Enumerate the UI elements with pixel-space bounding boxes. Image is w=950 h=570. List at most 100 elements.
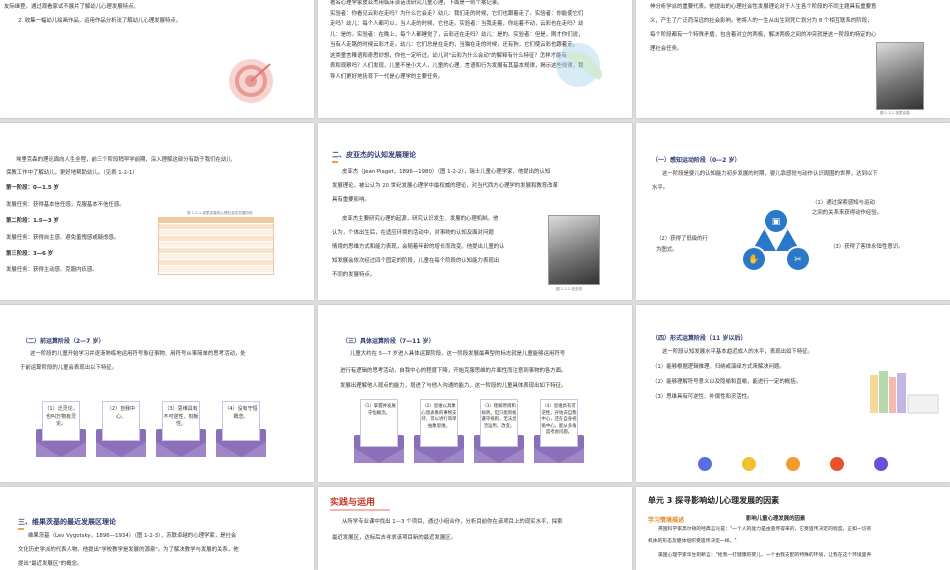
slide6-point3: （3）获得了客体永恒性意识。 <box>830 244 904 250</box>
slide5-heading: 二、皮亚杰的认知发展理论 <box>332 151 416 159</box>
slide1-line1: 友际继登。通过观看家试不展片了解幼儿心理发展特点。 <box>4 4 139 10</box>
piaget-portrait <box>548 215 600 285</box>
heading-underline <box>18 528 24 530</box>
slide4-table-caption: 表 1-2-1 埃里克森的心理社会性发展阶段 <box>187 211 253 215</box>
envelope-text: （3）理解原则和规则，但只能刻板遵守规则，无法灵活运用，改变。 <box>480 399 518 447</box>
svg-text:✂: ✂ <box>794 255 802 265</box>
slide1-line2: 2. 收集一幅幼儿绘画作品，运用作品分析法了解幼儿心理发展特点。 <box>18 18 182 24</box>
target-decoration-icon <box>229 59 273 103</box>
envelope-text: （2）思维以具象心理表象的事物支持，可以进行简单抽象思维。 <box>420 399 458 447</box>
erikson-portrait <box>876 42 924 110</box>
slide10-line: 文化历史学派的代表人物。他提出"学校教学是发展的源泉"。为了解决教学与发展的关系… <box>18 547 239 553</box>
slide5-line: 情境的思维方式和能力表现，会随着年龄的增长而改变。他提出儿童的认 <box>332 244 505 250</box>
slide-thumbnail-4[interactable]: 埃里克森的理论面向人生全程，前三个阶段稍早学前期，深入理解这部分有助于我们在幼儿… <box>0 123 314 300</box>
slide3-line: 每个阶段都有一个特殊矛盾，包含着对立的两极，解决两极之间的冲突就是这一阶段的特定… <box>650 32 877 38</box>
envelope-text: （2）自我中心。 <box>102 401 140 441</box>
slide10-line: 维果茨基（Lev Vygotsky，1896—1934）（图 1-2-3），苏联… <box>28 533 237 539</box>
feature-envelope-card: （2）思维以具象心理表象的事物支持，可以进行简单抽象思维。 <box>414 399 464 463</box>
slide-thumbnail-6[interactable]: （一）感知运动阶段（0—2 岁） 这一阶段是婴儿的认知能力初步发展的时期，婴儿靠… <box>636 123 950 300</box>
slide-thumbnail-10[interactable]: 三、维果茨基的最近发展区理论 维果茨基（Lev Vygotsky，1896—19… <box>0 487 314 570</box>
feature-envelope-card: （1）掌握并发展守恒概念。 <box>354 399 404 463</box>
slide5-line: 皮亚杰（Jean Piaget，1896—1980）（图 1-2-2），瑞士儿童… <box>342 169 551 175</box>
slide9-heading: （四）形式运算阶段（11 岁以后） <box>652 335 747 342</box>
slide9-line1: 这一阶段认知发展水平基本趋近成人的水平，表现出如下特征。 <box>662 349 813 355</box>
slide4-stage3: 第三阶段：3—6 岁 <box>6 251 54 257</box>
slide4-intro1: 埃里克森的理论面向人生全程，前三个阶段稍早学前期，深入理解这部分有助于我们在幼儿 <box>16 157 232 163</box>
slide8-line: 儿童大约在 5—7 岁进入具体运算阶段。这一阶段发展最典型的标志就是儿童能够运用… <box>350 351 566 357</box>
slide8-heading: （三）具体运算阶段（7—11 岁） <box>342 338 435 345</box>
slide8-line: 发展出理解他人观点的能力，增进了与他人沟通的能力。这一阶段的儿童具体表现出如下特… <box>340 383 567 389</box>
slide2-line: 走吗？幼儿：每个人都可以，当人走的时候，它也走。实验者：当我走着，你站着不动，云… <box>330 21 584 28</box>
slide-thumbnail-9[interactable]: （四）形式运算阶段（11 岁以后） 这一阶段认知发展水平基本趋近成人的水平，表现… <box>636 305 950 482</box>
slide12-sub-title: 影响儿童心理发展的因素 <box>746 516 806 522</box>
slide2-line: 儿：是的。实验者：在晚上，每个人都睡觉了，云彩还在走吗？幼儿：是的。实验者：但是… <box>330 31 584 38</box>
slide12-sub-heading: 学习情境描述 <box>648 517 685 524</box>
slide7-heading: （二）前运算阶段（2—7 岁） <box>22 338 105 345</box>
heading-underline <box>332 161 338 163</box>
nav-dot-icon <box>786 457 800 471</box>
envelope-text: （1）泛灵论，也叫万物有灵论。 <box>42 401 80 441</box>
slide11-line1: 从所学专业课中找出 1—3 个项目，通过小组合作，分析目前你在该项目上的现实水平… <box>342 519 563 525</box>
slide-thumbnail-3[interactable]: 伸分析学派的重要代表。他提出的心理社会性发展理论对于人生各个阶段的不同主题具有重… <box>636 0 950 118</box>
slide5-line: 认为，个体出生后，在适应环境的活动中，对事物的认知及面对问题 <box>332 230 494 236</box>
slide3-caption: 图 1-2-1 埃里克森 <box>880 111 910 115</box>
envelope-text: （4）思维具有可逆性，开始去自我中心，还在自身视角中心，能从多角度考虑问题。 <box>540 399 578 447</box>
slide4-stage2: 第二阶段：1.5—3 岁 <box>6 218 59 224</box>
heading-underline <box>330 509 390 511</box>
slide9-point: （2）能够理解符号意义以及隐喻和直喻，能进行一定的概括。 <box>652 379 801 385</box>
slide11-line2: 最近发展区，达标后去寻求该项目新的最近发展区。 <box>332 535 456 541</box>
slide9-point: （3）思维具有可逆性、补偿性和灵活性。 <box>652 394 753 400</box>
nav-dot-icon <box>698 457 712 471</box>
slide12-line: 英国科学家高尔顿的经典言论是："一个人的能力是由遗传得来的，它受遗传决定的程度，… <box>658 527 872 532</box>
slide7-line1: 这一阶段的儿童开始学习并逐渐熟练地运用符号象征事物、用符号从事简单的思考活动，处 <box>30 351 246 357</box>
watercolor-globe-decoration <box>556 43 602 87</box>
slide4-task2: 发展任务：获得自主感、避免羞愧感或疑虑感。 <box>6 235 120 241</box>
books-decoration <box>870 371 939 414</box>
slide5-line: 不同的发展特点。 <box>332 272 376 278</box>
slide6-line1: 这一阶段是婴儿的认知能力初步发展的时期，婴儿靠感觉与动作认识周围的世界，达到以下 <box>662 171 878 177</box>
nav-dot-icon <box>874 457 888 471</box>
slide6-point1-b: 之间的关系来获得动作经验。 <box>812 210 883 216</box>
slide-thumbnail-1[interactable]: 友际继登。通过观看家试不展片了解幼儿心理发展特点。 2. 收集一幅幼儿绘画作品，… <box>0 0 314 118</box>
slide2-line: 著名心理学家皮亚杰用临床谈话法研究儿童心理，下面是一则个案记录。 <box>330 0 503 6</box>
slide8-line: 进行有逻辑的思考活动，自我中心的程度下降，开始克服思维的片面性而注意到事物的各方… <box>340 368 567 374</box>
slide9-point: （1）能够根据逻辑推理、归纳或演绎方式来解决问题。 <box>652 364 785 370</box>
slide6-point1-a: （1）通过探索感知与运动 <box>812 200 875 206</box>
slide3-line: 理社会任务。 <box>650 46 683 52</box>
svg-text:✋: ✋ <box>748 253 759 265</box>
slide10-heading: 三、维果茨基的最近发展区理论 <box>18 518 116 526</box>
slide10-line: 提出"最近发展区"的概念。 <box>18 561 83 567</box>
nav-dot-icon <box>742 457 756 471</box>
slide3-line: 伸分析学派的重要代表。他提出的心理社会性发展理论对于人生各个阶段的不同主题具有重… <box>650 4 877 10</box>
slide-thumbnail-2[interactable]: 著名心理学家皮亚杰用临床谈话法研究儿童心理，下面是一则个案记录。 实验者：你看见… <box>318 0 632 118</box>
slide6-heading: （一）感知运动阶段（0—2 岁） <box>652 157 741 164</box>
envelope-text: （4）没有守恒概念。 <box>222 401 260 441</box>
nav-dot-icon <box>830 457 844 471</box>
slide-thumbnail-8[interactable]: （三）具体运算阶段（7—11 岁） 儿童大约在 5—7 岁进入具体运算阶段。这一… <box>318 305 632 482</box>
slide7-line2: 于前运算阶段的儿童会表现出以下特征。 <box>20 365 118 371</box>
envelope-text: （1）掌握并发展守恒概念。 <box>360 399 398 447</box>
feature-envelope-card: （3）思维具有不可逆性、刻板性。 <box>156 401 206 457</box>
slide-thumbnail-12[interactable]: 单元 3 探寻影响幼儿心理发展的因素 学习情境描述 影响儿童心理发展的因素 英国… <box>636 487 950 570</box>
slide5-line: 发展理论，被公认为 20 世纪发展心理学中最权威的理论，对当代西方心理学的发展和… <box>332 183 558 189</box>
slide12-line: 美国心理学家华生则断言："给我一打健康的婴儿，一个由我支配的特殊的环境，让我在这… <box>658 553 872 558</box>
envelope-text: （3）思维具有不可逆性、刻板性。 <box>162 401 200 441</box>
feature-envelope-card: （1）泛灵论，也叫万物有灵论。 <box>36 401 86 457</box>
slide2-line: 实验者：你看见云彩在走吗？为什么它会走？幼儿：我们走的时候，它们也跟着走了。实验… <box>330 10 584 17</box>
feature-envelope-card: （4）没有守恒概念。 <box>216 401 266 457</box>
svg-text:▣: ▣ <box>772 217 781 227</box>
slide-thumbnail-7[interactable]: （二）前运算阶段（2—7 岁） 这一阶段的儿童开始学习并逐渐熟练地运用符号象征事… <box>0 305 314 482</box>
slide-thumbnail-11[interactable]: 实践与运用 从所学专业课中找出 1—3 个项目，通过小组合作，分析目前你在该项目… <box>318 487 632 570</box>
slide11-heading: 实践与运用 <box>330 498 376 508</box>
slide12-unit-title: 单元 3 探寻影响幼儿心理发展的因素 <box>648 496 780 505</box>
slide12-line: 机体的形态及躯体组织受遗传决定一样。" <box>648 539 737 544</box>
slide5-line: 具有重要影响。 <box>332 197 370 203</box>
slide5-caption: 图 1-2-2 皮亚杰 <box>556 287 583 291</box>
slide4-task3: 发展任务：获得主动感、克服内疚感。 <box>6 267 98 273</box>
slide-thumbnail-5[interactable]: 二、皮亚杰的认知发展理论 皮亚杰（Jean Piaget，1896—1980）（… <box>318 123 632 300</box>
erikson-stage-table <box>158 217 274 275</box>
slide6-line2: 水平。 <box>652 185 669 191</box>
slide4-stage1: 第一阶段：0—1.5 岁 <box>6 185 59 191</box>
slide4-intro2: 保教工作中了解幼儿，更好地帮助幼儿。（见表 1-2-1） <box>6 170 138 176</box>
feature-envelope-card: （2）自我中心。 <box>96 401 146 457</box>
